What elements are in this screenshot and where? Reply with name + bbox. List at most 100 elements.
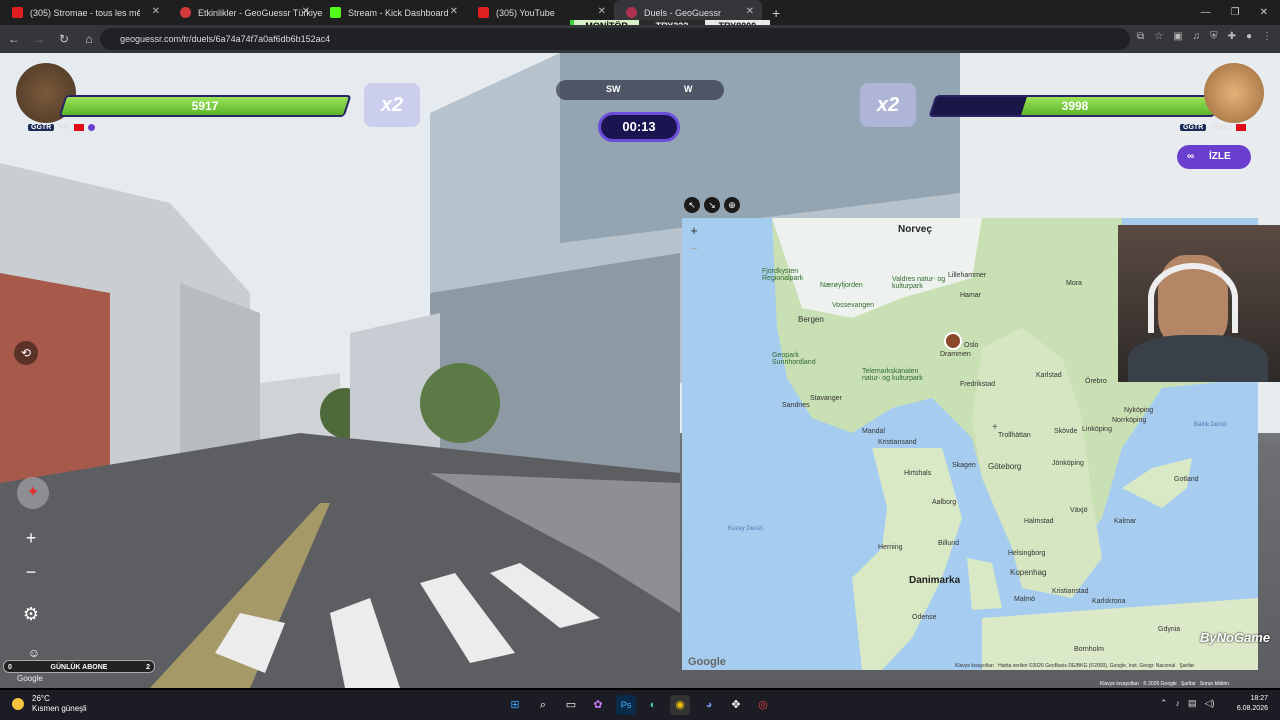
opponent-guess-marker[interactable] (944, 332, 962, 350)
map-zoom-out-button[interactable]: − (686, 242, 702, 256)
map-city: Karlskrona (1092, 598, 1126, 605)
map-shrink-icon[interactable]: ↘ (704, 197, 720, 213)
team-tag: GGTR (28, 124, 55, 131)
new-tab-button[interactable]: + (772, 5, 780, 21)
map-city: Nyköping (1124, 407, 1154, 414)
map-city: Fredrikstad (960, 381, 996, 388)
map-city: Gdynia (1158, 626, 1181, 633)
compass-w: W (684, 84, 693, 94)
map-city: Kalmar (1114, 518, 1137, 525)
network-icon[interactable]: ▤ (1188, 698, 1197, 709)
screen: (305) Stromae - tous les mêmes ✕ Etkinli… (0, 0, 1280, 720)
forward-icon[interactable]: → (28, 32, 50, 46)
close-icon[interactable]: ✕ (152, 6, 160, 17)
player-left-name: Fac (58, 124, 70, 131)
start-icon[interactable]: ⊞ (505, 695, 525, 715)
map-zoom-in-button[interactable]: + (686, 224, 702, 238)
star-icon[interactable]: ☆ (1154, 31, 1163, 42)
daily-sub-label: GÜNLÜK ABONE (50, 664, 108, 671)
emote-button[interactable]: ☺ (24, 645, 44, 661)
streetview-zoom-in-button[interactable]: + (20, 527, 42, 549)
maximize-icon[interactable]: ❐ (1231, 7, 1240, 18)
daily-sub-goal: 2 (146, 664, 150, 671)
weather-widget[interactable]: 26°C Kısmen güneşli (12, 694, 87, 714)
round-timer: 00:13 (598, 112, 680, 142)
url-field[interactable]: geoguessr.com/tr/duels/6a74a74f7a0af6db6… (100, 28, 1130, 50)
extension-icon[interactable]: ▣ (1173, 31, 1182, 42)
mic-icon[interactable]: ♪ (1176, 698, 1181, 709)
map-city: Trollhättan (998, 432, 1031, 439)
map-city: Mora (1066, 280, 1082, 287)
app-icon[interactable]: ✥ (726, 695, 746, 715)
map-city: Göteborg (988, 462, 1022, 471)
settings-gear-icon[interactable]: ⚙ (18, 601, 44, 627)
daily-subscriber-bar: 0 GÜNLÜK ABONE 2 (3, 660, 155, 673)
sv-footer-item[interactable]: Şartlar (1181, 681, 1196, 687)
window-controls: — ❐ ✕ (1201, 0, 1280, 25)
volume-icon[interactable]: ◁) (1205, 698, 1215, 709)
close-icon[interactable]: ✕ (746, 6, 754, 17)
team-tag: GGTR (1180, 124, 1207, 131)
map-size-tools: ↖ ↘ ⊕ (684, 197, 740, 213)
clock-date: 6.08.2026 (1236, 705, 1268, 712)
audio-icon[interactable]: ♫ (1193, 31, 1201, 42)
geoguessr-icon (180, 7, 191, 18)
map-footer-item[interactable]: Klavye kısayolları (955, 663, 994, 669)
file-explorer-icon[interactable]: ▭ (561, 695, 581, 715)
minimize-icon[interactable]: — (1201, 7, 1211, 18)
home-icon[interactable]: ⌂ (78, 32, 100, 46)
streetview-zoom-out-button[interactable]: − (20, 561, 42, 583)
tab-kick[interactable]: Stream - Kick Dashboard ✕ (318, 0, 466, 25)
player-left-health-bar: 5917 (58, 95, 352, 117)
webcam-shirt (1128, 335, 1268, 382)
tab-title: (305) YouTube (496, 7, 555, 18)
player-right-tags: GGTR Sarpcz (1180, 124, 1247, 131)
map-city: Billund (938, 540, 960, 547)
profile-icon[interactable]: ● (1246, 31, 1252, 42)
map-pin-icon[interactable]: ⊕ (724, 197, 740, 213)
map-park: Nærøyfjorden (820, 282, 863, 289)
map-city: Bergen (798, 315, 824, 324)
close-icon[interactable]: ✕ (302, 6, 310, 17)
map-park: Valdres natur- og kulturpark (892, 276, 946, 290)
compass-strip: SW W (556, 80, 724, 100)
watch-button[interactable]: ∞ İZLE (1177, 145, 1251, 169)
menu-icon[interactable]: ⋮ (1262, 31, 1272, 42)
reload-icon[interactable]: ↻ (53, 32, 75, 46)
compass-needle-icon[interactable]: ✦ (17, 477, 49, 509)
headphones-icon (1148, 263, 1238, 333)
map-footer-item[interactable]: Şartlar (1179, 663, 1194, 669)
map-city: Gotland (1174, 476, 1199, 483)
map-city: Skagen (952, 462, 976, 469)
map-crosshair-icon: + (992, 422, 998, 433)
chevron-up-icon[interactable]: ⌃ (1160, 698, 1168, 709)
map-expand-icon[interactable]: ↖ (684, 197, 700, 213)
map-city: Kristianstad (1052, 588, 1089, 595)
sv-footer-item[interactable]: Sorun bildirin (1200, 681, 1229, 687)
system-clock[interactable]: 18:27 6.08.2026 (1237, 694, 1268, 714)
undo-move-button[interactable]: ⟲ (14, 341, 38, 365)
map-park: Fjordkysten Regionalpark (762, 268, 804, 282)
compass-sw: SW (606, 84, 621, 94)
install-icon[interactable]: ⧉ (1137, 31, 1144, 42)
chrome-icon[interactable]: ◉ (670, 695, 690, 715)
search-icon[interactable]: ⌕ (533, 695, 553, 715)
map-footer-item: Harita verileri ©2026 GeoBasis-DE/BKG (©… (998, 663, 1176, 669)
tab-etkinlikler[interactable]: Etkinlikler - GeoGuessr Türkiye ✕ (168, 0, 322, 25)
puzzle-icon[interactable]: ✚ (1228, 31, 1236, 42)
tab-stromae[interactable]: (305) Stromae - tous les mêmes ✕ (0, 0, 168, 25)
shield-icon[interactable]: ⛨ (1210, 31, 1218, 42)
turkey-flag-icon (73, 124, 84, 131)
close-icon[interactable]: ✕ (450, 6, 458, 17)
sv-footer-item[interactable]: Klavye kısayolları (1100, 681, 1139, 687)
map-city: Jönköping (1052, 460, 1084, 467)
photoshop-icon[interactable]: Ps (616, 695, 636, 715)
obs-icon[interactable]: ◎ (753, 695, 773, 715)
back-icon[interactable]: ← (3, 32, 25, 46)
copilot-icon[interactable]: ✿ (588, 695, 608, 715)
close-window-icon[interactable]: ✕ (1260, 7, 1268, 18)
close-icon[interactable]: ✕ (598, 6, 606, 17)
player-left-tags: GGTR Fac (28, 124, 95, 131)
discord-icon[interactable]: ◕ (699, 695, 719, 715)
edge-icon[interactable]: ◐ (643, 695, 663, 715)
